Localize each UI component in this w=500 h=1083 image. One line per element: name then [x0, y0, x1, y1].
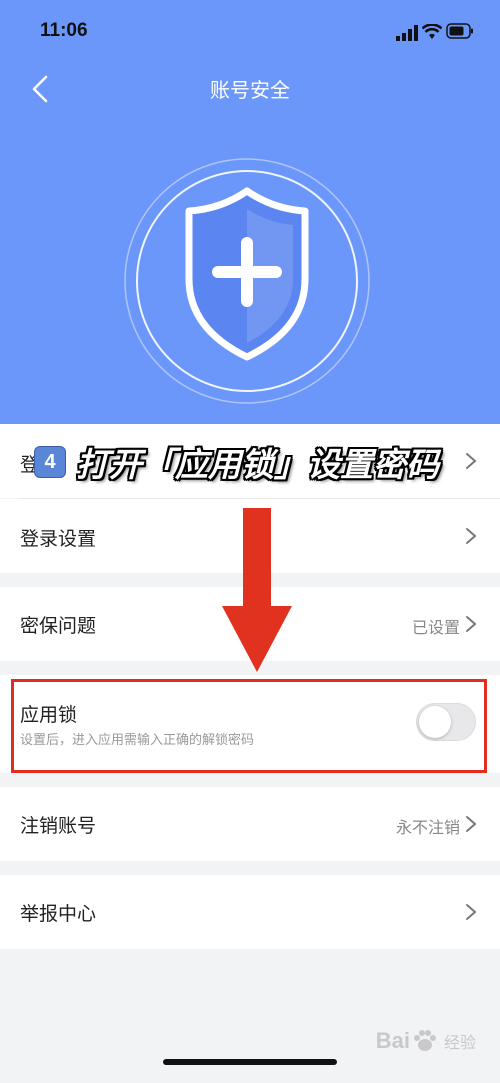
status-bar: 11:06 — [0, 20, 500, 44]
status-time: 11:06 — [40, 20, 88, 41]
step-text: 打开「应用锁」设置密码 — [76, 445, 439, 484]
wifi-icon — [422, 24, 442, 39]
chevron-right-icon — [466, 453, 477, 469]
cancel-account-value: 永不注销 — [395, 818, 460, 837]
chevron-right-icon — [466, 616, 477, 632]
step-annotation: 4 打开「应用锁」设置密码 — [34, 440, 439, 484]
chevron-right-icon — [466, 528, 477, 544]
header-banner: 11:06 账号安全 — [0, 0, 500, 424]
security-question-label: 密保问题 — [20, 615, 97, 637]
report-center-label: 举报中心 — [20, 903, 97, 925]
chevron-right-icon — [466, 816, 477, 832]
report-center-row[interactable]: 举报中心 — [0, 875, 500, 949]
watermark-sub: 经验 — [443, 1035, 476, 1052]
watermark-brand: Bai — [375, 1028, 410, 1053]
cancel-account-label: 注销账号 — [20, 815, 97, 837]
page-title: 账号安全 — [210, 78, 290, 102]
cellular-signal-icon — [396, 25, 418, 41]
security-question-value: 已设置 — [411, 618, 460, 637]
chevron-right-icon — [466, 904, 477, 920]
shield-plus-icon — [124, 158, 370, 404]
watermark: Bai 经验 — [376, 1028, 476, 1054]
battery-icon — [446, 23, 473, 39]
login-settings-label: 登录设置 — [20, 528, 97, 550]
paw-icon — [413, 1030, 436, 1051]
step-badge: 4 — [34, 446, 66, 478]
highlight-box — [11, 679, 487, 773]
down-arrow-icon — [222, 508, 292, 672]
home-indicator[interactable] — [163, 1059, 337, 1065]
cancel-account-row[interactable]: 注销账号 永不注销 — [0, 787, 500, 861]
